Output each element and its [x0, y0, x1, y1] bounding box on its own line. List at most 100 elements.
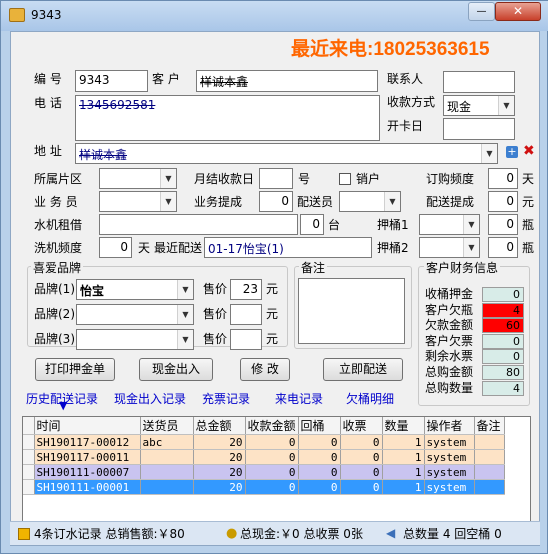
row-selector[interactable]: [23, 479, 35, 495]
card-date-field[interactable]: [443, 118, 515, 140]
row-selector[interactable]: [23, 434, 35, 450]
price-unit: 元: [266, 332, 279, 346]
column-header[interactable]: 收款金额: [245, 417, 299, 435]
chevron-down-icon[interactable]: ▼: [463, 215, 479, 234]
title-bar: 9343 — ✕: [1, 1, 548, 31]
cash-io-button[interactable]: 现金出入: [139, 358, 213, 381]
price-field[interactable]: [230, 329, 262, 350]
finance-label: 总购数量: [425, 380, 474, 395]
column-header[interactable]: 数量: [382, 417, 425, 435]
remark-field[interactable]: [298, 278, 405, 344]
chevron-down-icon[interactable]: ▼: [177, 280, 193, 299]
bucket2-label: 押桶2: [377, 241, 409, 255]
price-field[interactable]: [230, 304, 262, 325]
pay-method-select[interactable]: 现金 ▼: [443, 95, 515, 116]
order-freq-unit: 天: [522, 172, 535, 186]
rent-field[interactable]: [99, 214, 298, 235]
finance-label: 总购金额: [425, 365, 474, 379]
finance-value: 80: [482, 365, 524, 380]
table-cell: 20: [193, 434, 246, 450]
bucket2-count-field[interactable]: 0: [488, 237, 518, 258]
tab-cash-records[interactable]: 现金出入记录: [114, 390, 186, 407]
area-select[interactable]: ▼: [99, 168, 177, 189]
finance-label: 收桶押金: [425, 287, 474, 301]
order-freq-field[interactable]: 0: [488, 168, 518, 189]
table-row[interactable]: SH190117-00012 abc 20 0 0 0 1 system: [23, 434, 505, 450]
orders-summary: 4条订水记录 总销售额:￥80: [34, 527, 185, 541]
finance-title: 客户财务信息: [424, 260, 501, 276]
last-delivery-field[interactable]: 01-17怡宝(1): [204, 237, 372, 258]
print-deposit-button[interactable]: 打印押金单: [35, 358, 115, 381]
finance-value: 0: [482, 333, 524, 349]
brand-select[interactable]: ▼: [76, 329, 194, 350]
tab-bucket-details[interactable]: 欠桶明细: [346, 390, 394, 407]
card-date-label: 开卡日: [387, 119, 424, 133]
table-cell: [140, 449, 194, 465]
address-select[interactable]: 样诚本鑫 ▼: [75, 143, 498, 164]
brand-label: 品牌(3): [34, 332, 75, 346]
contact-field[interactable]: [443, 71, 515, 93]
chevron-down-icon[interactable]: ▼: [177, 305, 193, 324]
bucket1-count-field[interactable]: 0: [488, 214, 518, 235]
pay-method-label: 收款方式: [387, 95, 436, 109]
minimize-button[interactable]: —: [468, 2, 495, 21]
price-field[interactable]: 23: [230, 279, 262, 300]
row-selector[interactable]: [23, 449, 35, 465]
table-cell: [474, 479, 505, 495]
phone-label: 电 话: [34, 96, 62, 110]
brand-select[interactable]: 怡宝 ▼: [76, 279, 194, 300]
column-header[interactable]: 操作者: [424, 417, 475, 435]
table-row[interactable]: SH190111-00007 20 0 0 0 1 system: [23, 464, 505, 480]
phone-field[interactable]: 1345692581: [75, 95, 380, 141]
delete-address-button[interactable]: ✖: [523, 144, 535, 158]
table-cell: [474, 434, 505, 450]
column-header[interactable]: 回桶: [298, 417, 341, 435]
column-header[interactable]: 送货员: [140, 417, 194, 435]
cancel-checkbox[interactable]: [339, 173, 351, 185]
table-cell: 20: [193, 479, 246, 495]
wash-freq-unit: 天: [138, 241, 151, 255]
bucket1-label: 押桶1: [377, 218, 409, 232]
customer-label: 客 户: [152, 72, 180, 86]
bucket2-select[interactable]: ▼: [419, 237, 480, 258]
column-header[interactable]: 时间: [34, 417, 141, 435]
table-cell: 0: [245, 449, 299, 465]
table-row[interactable]: SH190111-00001 20 0 0 0 1 system: [23, 479, 505, 495]
column-header[interactable]: 收票: [340, 417, 383, 435]
rent-count-field[interactable]: 0: [300, 214, 324, 235]
table-cell: 0: [340, 479, 383, 495]
chevron-down-icon[interactable]: ▼: [498, 96, 514, 115]
sales-select[interactable]: ▼: [99, 191, 177, 212]
code-field[interactable]: 9343: [75, 70, 148, 92]
chevron-down-icon[interactable]: ▼: [160, 192, 176, 211]
tab-call-records[interactable]: 来电记录: [275, 390, 323, 407]
monthly-unit: 号: [298, 172, 311, 186]
close-button[interactable]: ✕: [495, 2, 541, 21]
customer-name-field[interactable]: 样诚本鑫: [196, 70, 378, 92]
dispatch-button[interactable]: 立即配送: [323, 358, 403, 381]
tab-topup-records[interactable]: 充票记录: [202, 390, 250, 407]
monthly-day-field[interactable]: [259, 168, 293, 189]
chevron-down-icon[interactable]: ▼: [463, 238, 479, 257]
deliverer-select[interactable]: ▼: [339, 191, 401, 212]
chevron-down-icon[interactable]: ▼: [177, 330, 193, 349]
column-header[interactable]: 总金额: [193, 417, 246, 435]
table-row[interactable]: SH190117-00011 20 0 0 0 1 system: [23, 449, 505, 465]
address-value: 样诚本鑫: [79, 148, 128, 162]
deliverer-label: 配送员: [297, 195, 334, 209]
biz-commission-field[interactable]: 0: [259, 191, 293, 212]
del-commission-field[interactable]: 0: [488, 191, 518, 212]
add-address-button[interactable]: +: [506, 146, 518, 158]
column-header[interactable]: 备注: [474, 417, 505, 435]
finance-label: 欠款金额: [425, 318, 474, 333]
finance-value: 0: [482, 349, 524, 365]
bucket1-select[interactable]: ▼: [419, 214, 480, 235]
chevron-down-icon[interactable]: ▼: [481, 144, 497, 163]
edit-button[interactable]: 修 改: [240, 358, 290, 381]
table-cell: [474, 464, 505, 480]
wash-freq-field[interactable]: 0: [99, 237, 132, 258]
brand-select[interactable]: ▼: [76, 304, 194, 325]
chevron-down-icon[interactable]: ▼: [160, 169, 176, 188]
row-selector[interactable]: [23, 464, 35, 480]
chevron-down-icon[interactable]: ▼: [384, 192, 400, 211]
